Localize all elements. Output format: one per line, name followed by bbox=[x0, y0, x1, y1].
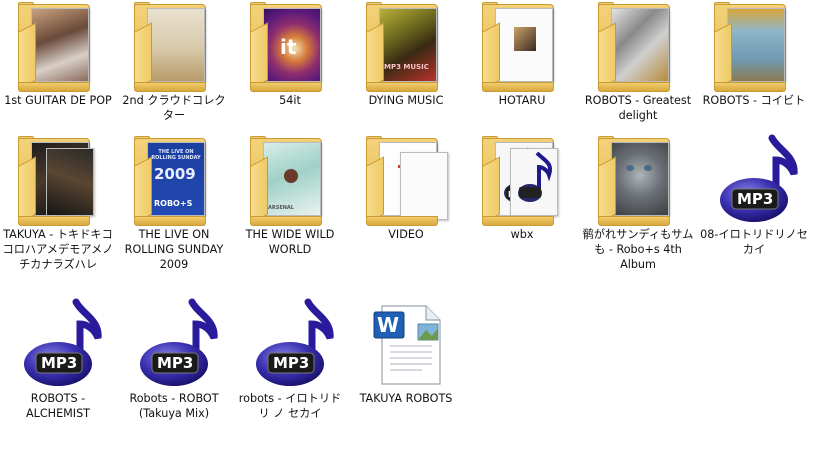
file-label: 08-イロトリドリノセカイ bbox=[700, 228, 808, 256]
folder-icon bbox=[704, 0, 804, 92]
file-label: 1st GUITAR DE POP bbox=[4, 94, 112, 107]
file-item-54it[interactable]: it 54it bbox=[232, 0, 348, 108]
file-label: wbx bbox=[510, 228, 534, 241]
file-item-robots-alchemist[interactable]: MP3 ROBOTS - ALCHEMIST bbox=[0, 298, 116, 421]
mp3-file-icon: MP3 bbox=[240, 298, 340, 390]
file-label: ROBOTS - コイビト bbox=[702, 94, 806, 107]
folder-icon bbox=[588, 0, 688, 92]
folder-icon: it bbox=[240, 0, 340, 92]
file-label: THE LIVE ON ROLLING SUNDAY 2009 bbox=[124, 228, 224, 271]
svg-text:MP3: MP3 bbox=[273, 354, 309, 372]
file-label: ROBOTS - Greatest delight bbox=[584, 94, 692, 122]
file-item-robots-koibito[interactable]: ROBOTS - コイビト bbox=[696, 0, 812, 108]
file-item-wbx[interactable]: MP3 wbx bbox=[464, 134, 580, 242]
file-item-08-irotoridori[interactable]: MP3 08-イロトリドリノセカイ bbox=[696, 134, 812, 257]
file-item-hotaru[interactable]: HOTARU bbox=[464, 0, 580, 108]
file-label: Robots - ROBOT (Takuya Mix) bbox=[129, 392, 219, 420]
file-item-robots-robot-takuya-mix[interactable]: MP3 Robots - ROBOT (Takuya Mix) bbox=[116, 298, 232, 421]
file-label: 鹡がれサンディもサムも - Robo+s 4th Album bbox=[582, 228, 694, 271]
file-label: HOTARU bbox=[498, 94, 546, 107]
file-label: THE WIDE WILD WORLD bbox=[245, 228, 335, 256]
mp3-file-icon: MP3 bbox=[704, 134, 804, 226]
mp3-file-icon: MP3 bbox=[8, 298, 108, 390]
mp3-file-icon: MP3 bbox=[124, 298, 224, 390]
file-item-the-live-on-rolling-sunday[interactable]: THE LIVE ON ROLLING SUNDAY 2009 ROBO+S T… bbox=[116, 134, 232, 272]
folder-icon bbox=[124, 0, 224, 92]
file-label: 2nd クラウドコレクター bbox=[122, 94, 226, 122]
file-item-video[interactable]: VIDEO bbox=[348, 134, 464, 242]
folder-icon bbox=[588, 134, 688, 226]
file-item-robots-irotoridori[interactable]: MP3 robots - イロトリドリ ノ セカイ bbox=[232, 298, 348, 421]
file-grid: 1st GUITAR DE POP 2nd クラウドコレクター it 54it bbox=[0, 0, 822, 456]
file-item-robots-greatest-delight[interactable]: ROBOTS - Greatest delight bbox=[580, 0, 696, 123]
file-item-takuya-robots-doc[interactable]: W TAKUYA ROBOTS bbox=[348, 298, 464, 406]
file-item-2nd-cloud-collector[interactable]: 2nd クラウドコレクター bbox=[116, 0, 232, 123]
svg-text:MP3: MP3 bbox=[41, 354, 77, 372]
word-document-icon: W bbox=[356, 298, 456, 390]
file-item-1st-guitar-de-pop[interactable]: 1st GUITAR DE POP bbox=[0, 0, 116, 108]
file-label: VIDEO bbox=[388, 228, 424, 241]
file-label: TAKUYA - トキドキココロハアメデモアメノチカナラズハレ bbox=[2, 228, 114, 271]
file-item-takuya-tokidoki[interactable]: TAKUYA - トキドキココロハアメデモアメノチカナラズハレ bbox=[0, 134, 116, 272]
folder-icon: MP3 MUSIC bbox=[356, 0, 456, 92]
file-item-dying-music[interactable]: MP3 MUSIC DYING MUSIC bbox=[348, 0, 464, 108]
file-item-the-wide-wild-world[interactable]: ARSENAL THE WIDE WILD WORLD bbox=[232, 134, 348, 257]
file-item-robo-4th-album[interactable]: 鹡がれサンディもサムも - Robo+s 4th Album bbox=[580, 134, 696, 272]
file-label: DYING MUSIC bbox=[368, 94, 444, 107]
file-label: ROBOTS - ALCHEMIST bbox=[25, 392, 91, 420]
folder-icon: THE LIVE ON ROLLING SUNDAY 2009 ROBO+S bbox=[124, 134, 224, 226]
svg-text:MP3: MP3 bbox=[737, 190, 773, 208]
file-label: TAKUYA ROBOTS bbox=[359, 392, 453, 405]
folder-icon bbox=[356, 134, 456, 226]
folder-icon bbox=[472, 0, 572, 92]
svg-text:MP3: MP3 bbox=[157, 354, 193, 372]
folder-icon: ARSENAL bbox=[240, 134, 340, 226]
file-label: robots - イロトリドリ ノ セカイ bbox=[238, 392, 342, 420]
folder-icon: MP3 bbox=[472, 134, 572, 226]
folder-icon bbox=[8, 134, 108, 226]
svg-text:W: W bbox=[377, 313, 399, 337]
folder-icon bbox=[8, 0, 108, 92]
file-label: 54it bbox=[279, 94, 301, 107]
